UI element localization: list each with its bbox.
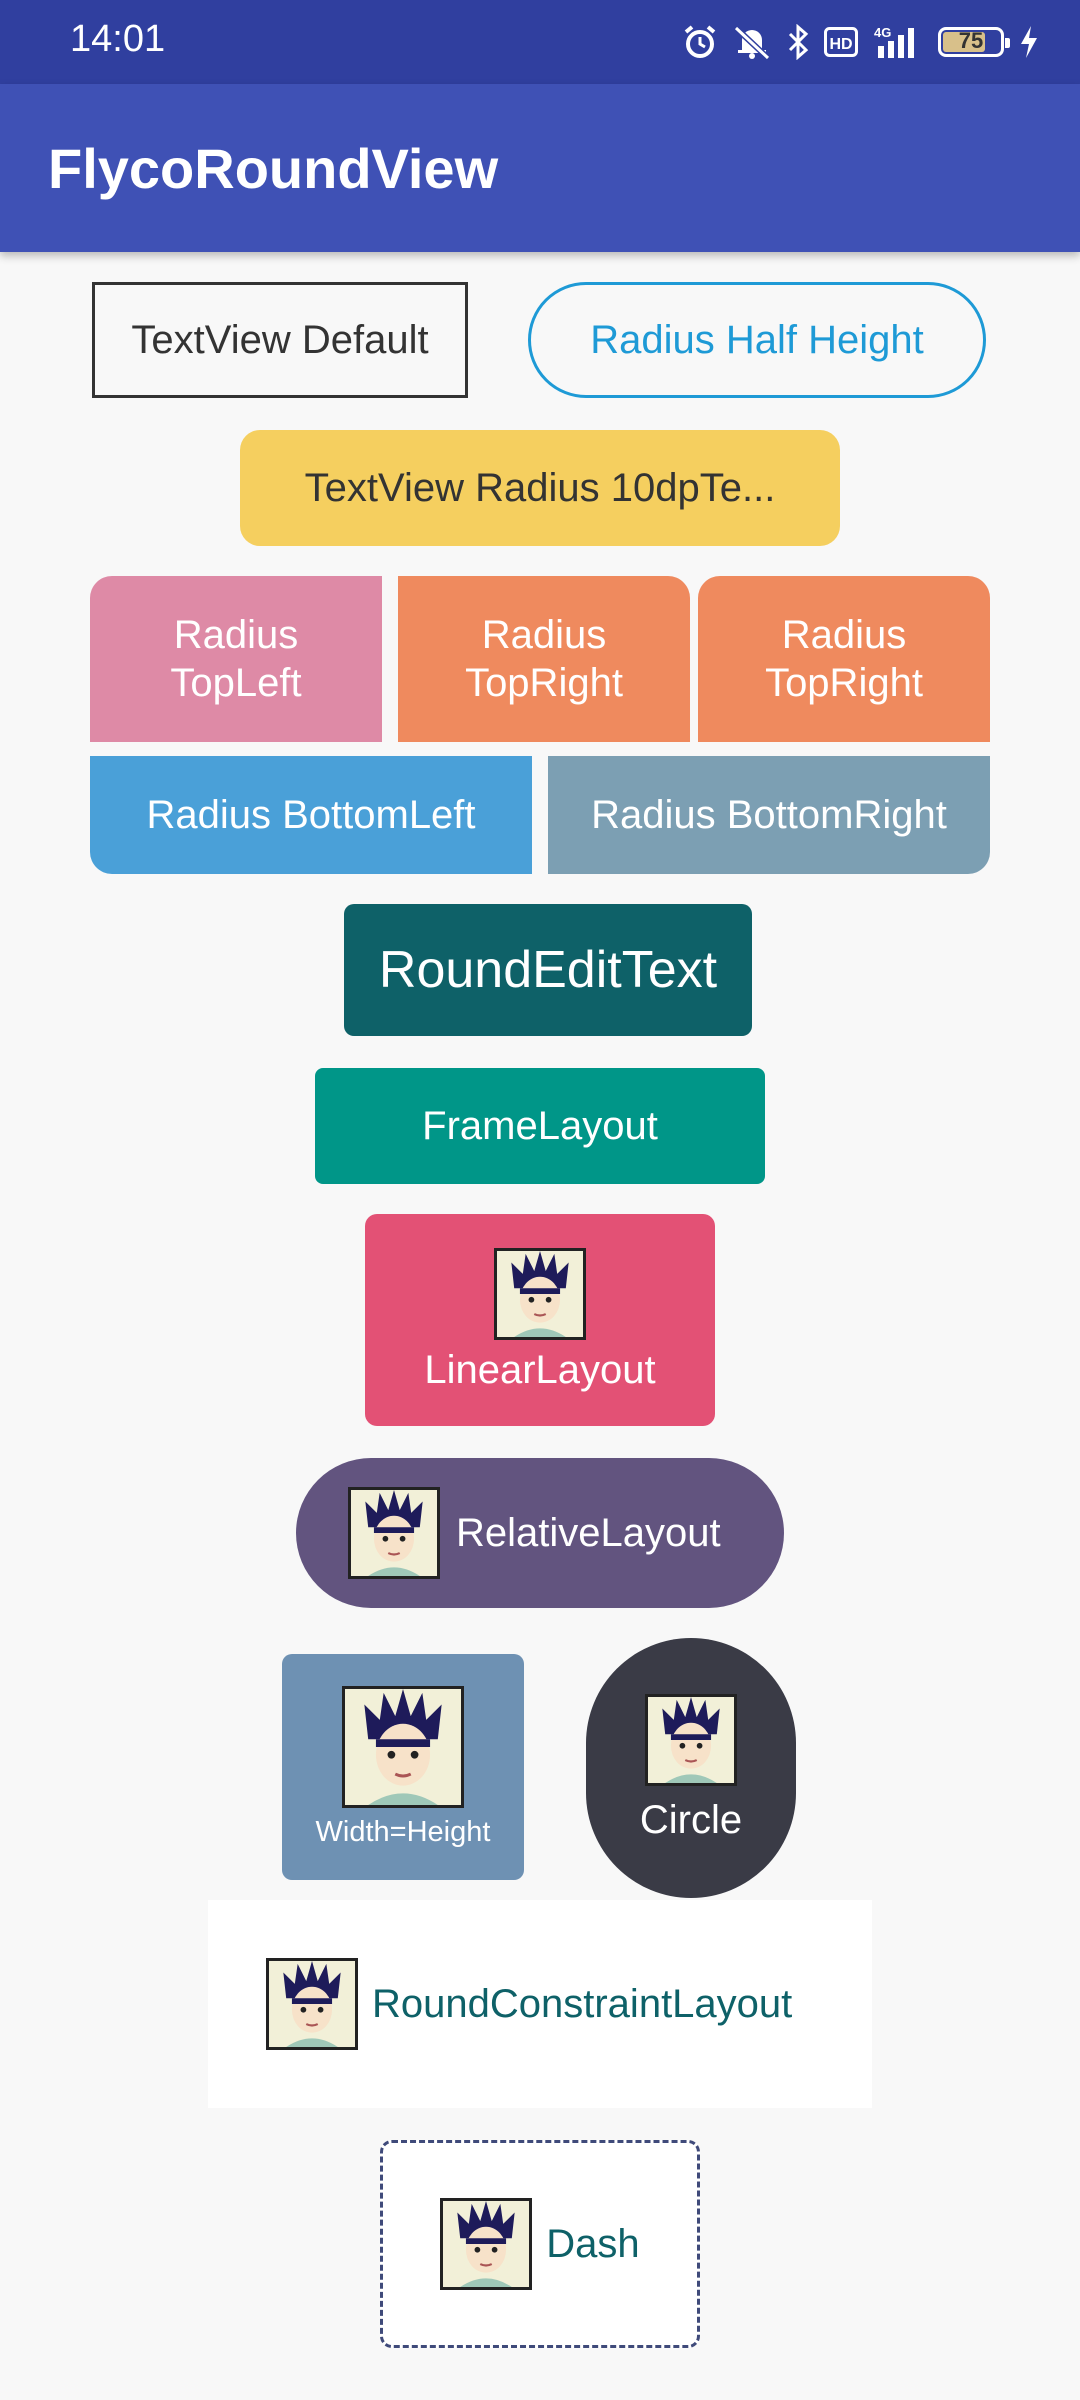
avatar-icon <box>645 1693 737 1786</box>
radius-topright-label-2: Radius TopRight <box>765 613 923 705</box>
page-title: FlycoRoundView <box>48 137 499 200</box>
avatar-icon <box>440 2198 533 2290</box>
radius-half-height-label: Radius Half Height <box>590 317 924 362</box>
radius-topright-label-1: Radius TopRight <box>465 613 623 705</box>
avatar-icon <box>342 1685 464 1808</box>
round-constraint-layout-view[interactable]: RoundConstraintLayout <box>208 1900 872 2108</box>
charging-icon <box>1018 24 1040 60</box>
dash-label: Dash <box>546 2221 640 2266</box>
dash-view[interactable]: Dash <box>380 2140 700 2348</box>
relative-layout-label: RelativeLayout <box>456 1510 721 1555</box>
radius-topright-view-2[interactable]: Radius TopRight <box>698 576 990 742</box>
svg-text:4G: 4G <box>874 25 891 40</box>
radius-half-height-view[interactable]: Radius Half Height <box>528 282 986 398</box>
radius-bottomleft-view[interactable]: Radius BottomLeft <box>90 756 532 874</box>
signal-4g-icon: 4G <box>872 24 924 60</box>
frame-layout-label: FrameLayout <box>422 1103 658 1148</box>
circle-view[interactable]: Circle <box>586 1638 796 1898</box>
textview-default-label: TextView Default <box>131 317 429 362</box>
alarm-icon <box>682 24 718 60</box>
mute-icon <box>732 24 772 60</box>
svg-text:HD: HD <box>829 36 852 53</box>
round-edit-text[interactable]: RoundEditText <box>344 904 752 1036</box>
radius-10dp-label: TextView Radius 10dpTe... <box>304 465 776 510</box>
battery-level: 75 <box>958 28 984 53</box>
status-icons: HD 4G 75 <box>682 18 1040 66</box>
radius-bottomright-label: Radius BottomRight <box>591 792 947 837</box>
round-constraint-layout-label: RoundConstraintLayout <box>372 1981 793 2026</box>
linear-layout-view[interactable]: LinearLayout <box>365 1214 715 1426</box>
bluetooth-icon <box>786 24 810 60</box>
frame-layout-view[interactable]: FrameLayout <box>315 1068 765 1184</box>
avatar-icon <box>348 1487 440 1579</box>
radius-bottomright-view[interactable]: Radius BottomRight <box>548 756 990 874</box>
round-edit-text-value: RoundEditText <box>378 941 718 999</box>
width-height-view[interactable]: Width=Height <box>282 1654 524 1880</box>
hd-icon: HD <box>824 27 858 57</box>
status-bar: 14:01 HD 4G 75 <box>0 0 1080 84</box>
relative-layout-view[interactable]: RelativeLayout <box>296 1458 784 1608</box>
app-bar: FlycoRoundView <box>0 84 1080 252</box>
avatar-icon <box>266 1958 358 2050</box>
radius-topright-view-1[interactable]: Radius TopRight <box>398 576 690 742</box>
radius-10dp-view[interactable]: TextView Radius 10dpTe... <box>240 430 840 546</box>
status-time: 14:01 <box>70 18 166 60</box>
radius-topleft-label: Radius TopLeft <box>170 613 302 705</box>
width-height-label: Width=Height <box>315 1815 491 1848</box>
circle-label: Circle <box>639 1797 743 1842</box>
avatar-icon <box>494 1247 586 1340</box>
textview-default[interactable]: TextView Default <box>92 282 468 398</box>
radius-bottomleft-label: Radius BottomLeft <box>146 792 476 837</box>
radius-topleft-view[interactable]: Radius TopLeft <box>90 576 382 742</box>
linear-layout-label: LinearLayout <box>424 1347 656 1392</box>
battery-icon: 75 <box>938 27 1010 57</box>
